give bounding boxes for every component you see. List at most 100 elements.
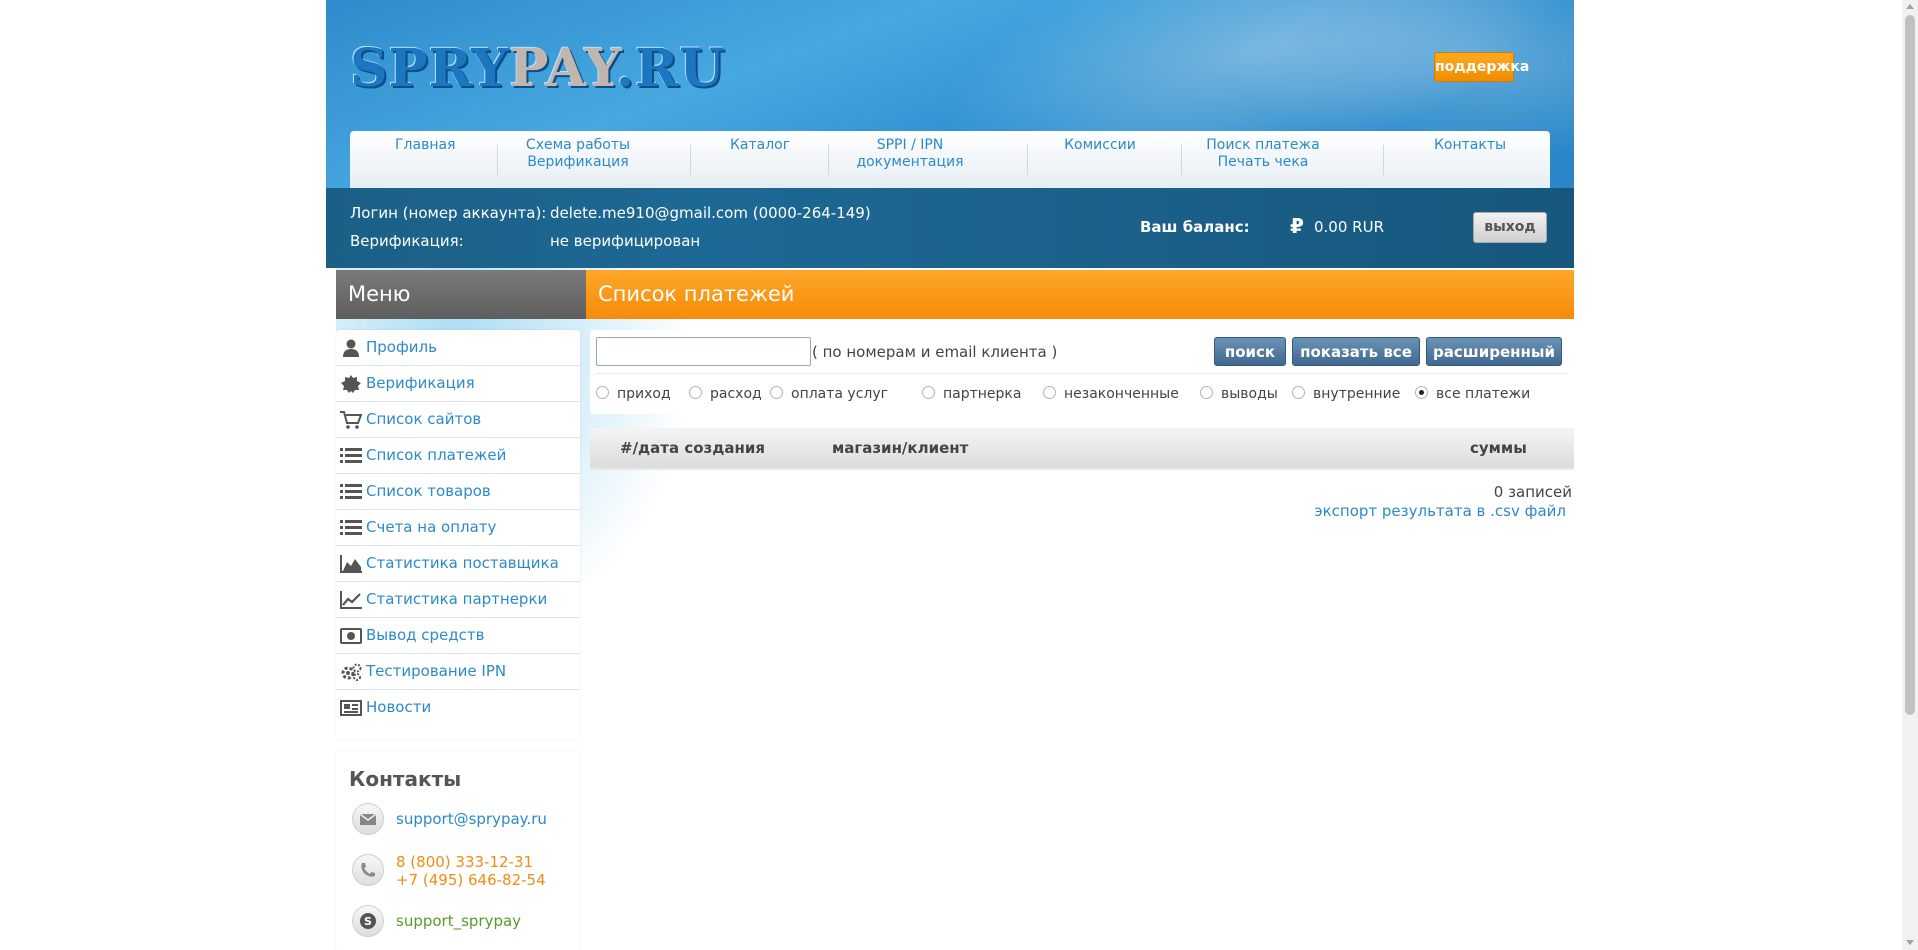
filter-label: внутренние	[1313, 386, 1401, 402]
column-header-sums[interactable]: суммы	[1470, 439, 1527, 457]
svg-text:S: S	[364, 915, 372, 928]
sidebar-item-withdrawal[interactable]: Вывод средств	[336, 618, 580, 654]
money-icon	[340, 628, 362, 644]
line-chart-icon	[340, 591, 362, 609]
scrollbar[interactable]	[1902, 0, 1918, 950]
table-header: #/дата создания магазин/клиент суммы	[590, 428, 1574, 470]
filter-panel: ( по номерам и email клиента ) поиск пок…	[590, 330, 1574, 414]
list-icon	[340, 448, 362, 463]
sidebar-item-label: Вывод средств	[366, 626, 485, 644]
sidebar-item-label: Статистика поставщика	[366, 554, 559, 572]
sidebar-item-ipn-test[interactable]: Тестирование IPN	[336, 654, 580, 690]
logo-part-spry: SPRY	[350, 38, 510, 99]
filter-radio-expense[interactable]	[689, 386, 702, 399]
verification-label: Верификация:	[350, 232, 464, 250]
sidebar-item-label: Профиль	[366, 338, 437, 356]
gears-icon	[341, 663, 362, 681]
account-bar: Логин (номер аккаунта): delete.me910@gma…	[326, 188, 1574, 268]
filter-label: партнерка	[943, 386, 1022, 402]
filter-label: незаконченные	[1064, 386, 1179, 402]
nav-divider	[497, 145, 498, 175]
contact-phone-2[interactable]: +7 (495) 646-82-54	[396, 871, 546, 889]
sidebar-item-label: Список сайтов	[366, 410, 482, 428]
nav-item-label: SPPI / IPN	[876, 137, 944, 153]
advanced-button[interactable]: расширенный	[1426, 337, 1562, 366]
user-icon	[343, 339, 359, 357]
nav-item-label: Схема работы	[525, 137, 631, 153]
logo[interactable]: SPRYPAY.RU	[350, 38, 726, 100]
nav-item-label: Комиссии	[1064, 137, 1136, 153]
sidebar-item-sites[interactable]: Список сайтов	[336, 402, 580, 438]
main-nav: Главная Схема работы Верификация Каталог …	[350, 131, 1550, 188]
sidebar-item-label: Новости	[366, 698, 432, 716]
scroll-up-arrow-icon[interactable]	[1906, 4, 1914, 9]
nav-divider	[828, 145, 829, 175]
page-title: Список платежей	[586, 270, 1574, 319]
list-icon	[340, 484, 362, 499]
logo-part-ru: .RU	[615, 38, 726, 99]
nav-item-label: Печать чека	[1217, 154, 1309, 170]
column-header-id-date[interactable]: #/дата создания	[620, 439, 765, 457]
nav-item-scheme[interactable]: Схема работы Верификация	[503, 137, 653, 171]
search-button[interactable]: поиск	[1214, 337, 1286, 366]
show-all-button[interactable]: показать все	[1292, 337, 1420, 366]
filter-label: оплата услуг	[791, 386, 889, 402]
balance-label: Ваш баланс:	[1140, 218, 1250, 236]
sidebar-item-verification[interactable]: Верификация	[336, 366, 580, 402]
nav-item-catalog[interactable]: Каталог	[700, 137, 820, 154]
nav-item-label: Главная	[395, 137, 456, 153]
verification-value: не верифицирован	[550, 232, 701, 250]
nav-item-fees[interactable]: Комиссии	[1040, 137, 1160, 154]
skype-icon: S	[352, 905, 384, 937]
contacts-title: Контакты	[349, 767, 462, 791]
filter-radio-all[interactable]	[1415, 386, 1428, 399]
filter-radio-internal[interactable]	[1292, 386, 1305, 399]
sidebar-item-profile[interactable]: Профиль	[336, 330, 580, 366]
login-value: delete.me910@gmail.com (0000-264-149)	[550, 204, 871, 222]
filter-radio-partner[interactable]	[922, 386, 935, 399]
filter-radio-income[interactable]	[596, 386, 609, 399]
nav-item-contacts[interactable]: Контакты	[1410, 137, 1530, 154]
menu-title: Меню	[336, 270, 586, 319]
sidebar-item-partner-stats[interactable]: Статистика партнерки	[336, 582, 580, 618]
nav-divider	[1027, 145, 1028, 175]
newspaper-icon	[340, 700, 362, 716]
contact-skype[interactable]: support_sprypay	[396, 912, 521, 930]
nav-item-payment-search[interactable]: Поиск платежа Печать чека	[1188, 137, 1338, 171]
nav-item-label: документация	[856, 154, 964, 170]
sidebar-item-products[interactable]: Список товаров	[336, 474, 580, 510]
nav-divider	[1383, 145, 1384, 175]
sidebar-item-label: Верификация	[366, 374, 475, 392]
filter-label: приход	[617, 386, 671, 402]
filter-radio-withdrawals[interactable]	[1200, 386, 1213, 399]
filter-radio-unfinished[interactable]	[1043, 386, 1056, 399]
support-button[interactable]: поддержка	[1434, 52, 1529, 82]
sidebar-menu: Профиль Верификация Список сайтов Список…	[336, 330, 580, 739]
login-label: Логин (номер аккаунта):	[350, 204, 547, 222]
filter-radio-services[interactable]	[770, 386, 783, 399]
logo-part-pay: PAY	[509, 38, 616, 99]
scrollbar-thumb[interactable]	[1905, 15, 1915, 715]
nav-divider	[1181, 145, 1182, 175]
divider	[596, 373, 1568, 374]
sidebar-item-invoices[interactable]: Счета на оплату	[336, 510, 580, 546]
sidebar-item-label: Статистика партнерки	[366, 590, 548, 608]
column-header-shop-client[interactable]: магазин/клиент	[832, 439, 968, 457]
search-hint: ( по номерам и email клиента )	[812, 343, 1058, 361]
nav-item-label: Каталог	[729, 137, 791, 153]
contact-phones: 8 (800) 333-12-31 +7 (495) 646-82-54	[396, 853, 546, 889]
sidebar-item-news[interactable]: Новости	[336, 690, 580, 726]
nav-item-home[interactable]: Главная	[395, 137, 455, 154]
scroll-down-arrow-icon[interactable]	[1906, 940, 1914, 945]
balance-value: 0.00 RUR	[1314, 218, 1384, 236]
sidebar-item-payments[interactable]: Список платежей	[336, 438, 580, 474]
nav-item-docs[interactable]: SPPI / IPN документация	[835, 137, 985, 171]
sidebar-item-supplier-stats[interactable]: Статистика поставщика	[336, 546, 580, 582]
contact-phone-1[interactable]: 8 (800) 333-12-31	[396, 853, 546, 871]
export-csv-link[interactable]: экспорт результата в .csv файл	[1314, 502, 1566, 520]
sidebar-item-label: Тестирование IPN	[366, 662, 507, 680]
exit-button[interactable]: выход	[1473, 212, 1547, 243]
header: SPRYPAY.RU поддержка Главная Схема работ…	[326, 0, 1574, 188]
search-input[interactable]	[596, 337, 811, 366]
contact-email[interactable]: support@sprypay.ru	[396, 810, 547, 828]
